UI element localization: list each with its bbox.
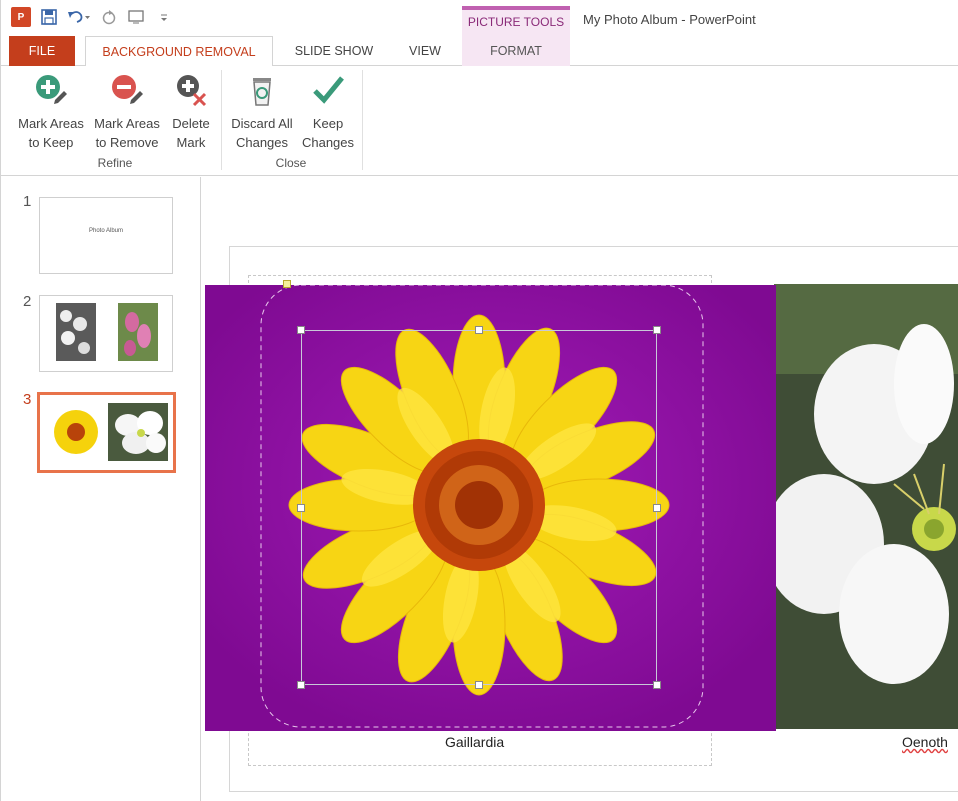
group-refine-label: Refine bbox=[97, 156, 133, 170]
slide-thumbnail-1[interactable]: Photo Album bbox=[39, 197, 173, 274]
oenothera-photo[interactable] bbox=[774, 284, 958, 729]
slide-number: 3 bbox=[23, 391, 32, 408]
minus-pencil-icon bbox=[109, 72, 145, 108]
resize-handle[interactable] bbox=[475, 326, 483, 334]
recycle-bin-icon bbox=[244, 72, 280, 108]
slide-number: 1 bbox=[23, 193, 32, 210]
resize-handle[interactable] bbox=[653, 681, 661, 689]
slide-editing-area: Gaillardia Oenoth bbox=[202, 177, 958, 801]
tab-slide-show[interactable]: SLIDE SHOW bbox=[283, 36, 385, 66]
thumbnail-photos bbox=[50, 403, 168, 461]
discard-label: Discard All Changes bbox=[231, 116, 293, 150]
resize-handle[interactable] bbox=[297, 504, 305, 512]
slide-thumbnail-2[interactable] bbox=[39, 295, 173, 372]
checkmark-icon bbox=[310, 72, 346, 108]
resize-handle[interactable] bbox=[475, 681, 483, 689]
title-bar: P PICTURE TOOLS My Photo Album - PowerPo… bbox=[1, 0, 958, 36]
slide-number: 2 bbox=[23, 293, 32, 310]
mark-areas-to-keep-button[interactable]: Mark Areas to Keep bbox=[13, 72, 89, 154]
window-title: My Photo Album - PowerPoint bbox=[583, 12, 756, 27]
caption-oenothera[interactable]: Oenoth bbox=[902, 734, 948, 750]
start-from-beginning-icon[interactable] bbox=[127, 6, 149, 28]
group-separator bbox=[362, 70, 363, 170]
keep-area-marquee[interactable] bbox=[301, 330, 657, 685]
save-icon[interactable] bbox=[41, 6, 57, 28]
quick-access-toolbar: P bbox=[11, 6, 169, 28]
mark-areas-to-remove-button[interactable]: Mark Areas to Remove bbox=[89, 72, 165, 154]
picture-tools-context-label: PICTURE TOOLS bbox=[462, 6, 570, 36]
tab-view[interactable]: VIEW bbox=[397, 36, 453, 66]
resize-handle[interactable] bbox=[297, 326, 305, 334]
group-close-label: Close bbox=[275, 156, 307, 170]
delete-mark-icon bbox=[173, 72, 209, 108]
adjustment-handle[interactable] bbox=[283, 280, 291, 288]
tab-format[interactable]: FORMAT bbox=[462, 36, 570, 66]
delete-mark-label: Delete Mark bbox=[172, 116, 210, 150]
tab-file[interactable]: FILE bbox=[9, 36, 75, 66]
slide-thumbnail-3[interactable] bbox=[37, 392, 176, 473]
customize-qat-icon[interactable] bbox=[159, 6, 169, 28]
redo-icon[interactable] bbox=[101, 6, 117, 28]
powerpoint-window: P PICTURE TOOLS My Photo Album - PowerPo… bbox=[0, 0, 958, 801]
resize-handle[interactable] bbox=[653, 326, 661, 334]
tab-background-removal[interactable]: BACKGROUND REMOVAL bbox=[85, 36, 273, 67]
delete-mark-button[interactable]: Delete Mark bbox=[165, 72, 217, 154]
thumbnail-photos bbox=[56, 303, 158, 361]
resize-handle[interactable] bbox=[297, 681, 305, 689]
caption-gaillardia[interactable]: Gaillardia bbox=[445, 734, 504, 750]
group-separator bbox=[221, 70, 222, 170]
ribbon: Mark Areas to Keep Mark Areas to Remove … bbox=[1, 66, 958, 176]
resize-handle[interactable] bbox=[653, 504, 661, 512]
discard-all-changes-button[interactable]: Discard All Changes bbox=[225, 72, 299, 154]
mark-remove-label: Mark Areas to Remove bbox=[94, 116, 160, 150]
powerpoint-logo-icon: P bbox=[11, 7, 31, 27]
thumbnail-title: Photo Album bbox=[88, 228, 124, 234]
slide-thumbnails-pane: 1 Photo Album 2 3 bbox=[1, 177, 201, 801]
mark-keep-label: Mark Areas to Keep bbox=[18, 116, 84, 150]
undo-icon[interactable] bbox=[67, 6, 91, 28]
keep-changes-button[interactable]: Keep Changes bbox=[299, 72, 357, 154]
ribbon-tabs: FILE BACKGROUND REMOVAL SLIDE SHOW VIEW … bbox=[1, 36, 958, 67]
plus-pencil-icon bbox=[33, 72, 69, 108]
keep-label: Keep Changes bbox=[301, 116, 355, 150]
